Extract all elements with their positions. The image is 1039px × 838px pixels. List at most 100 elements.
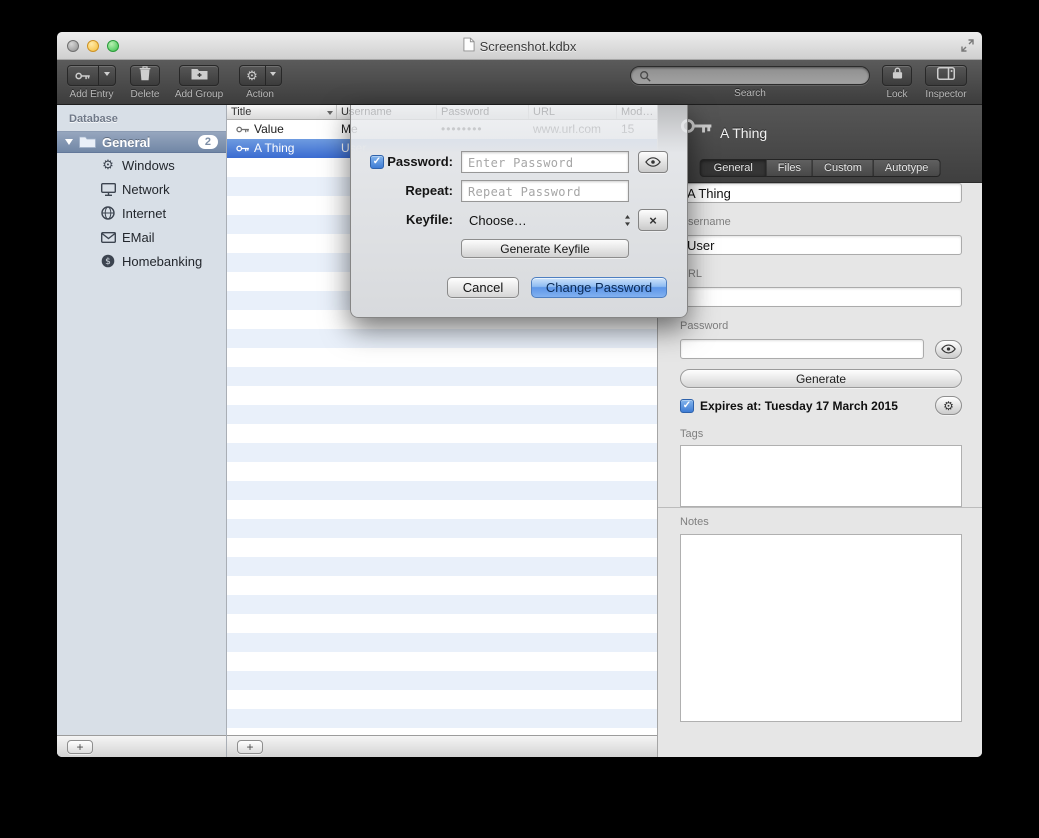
toolbar: Add Entry Delete Add Group bbox=[57, 60, 982, 105]
key-icon bbox=[236, 125, 250, 134]
tags-field[interactable] bbox=[680, 445, 962, 507]
sidebar-header: Database bbox=[69, 113, 226, 127]
notes-label: Notes bbox=[680, 516, 962, 529]
eye-icon bbox=[941, 344, 956, 354]
inspector-header: A Thing General Files Custom Autotype bbox=[658, 105, 982, 183]
inspector-body: Username URL Password Generate bbox=[658, 183, 982, 722]
sort-indicator-icon bbox=[327, 111, 333, 118]
dialog-keyfile-row: Keyfile: Choose… × bbox=[351, 209, 687, 231]
chevron-down-icon[interactable] bbox=[99, 72, 115, 79]
key-icon bbox=[68, 71, 98, 81]
document-icon bbox=[463, 37, 475, 55]
change-password-button[interactable]: Change Password bbox=[531, 277, 667, 298]
titlebar[interactable]: Screenshot.kdbx bbox=[57, 32, 982, 60]
sidebar-item-label: Internet bbox=[122, 206, 166, 221]
banking-icon: $ bbox=[100, 254, 116, 268]
search-field[interactable] bbox=[630, 66, 870, 85]
key-icon bbox=[236, 144, 250, 153]
globe-icon bbox=[100, 206, 116, 220]
inspector-tabs: General Files Custom Autotype bbox=[700, 159, 941, 177]
folder-icon bbox=[79, 136, 96, 148]
gear-icon: ⚙ bbox=[943, 399, 954, 413]
expires-row: ✓ Expires at: Tuesday 17 March 2015 ⚙ bbox=[680, 396, 962, 415]
keyfile-popup[interactable]: Choose… bbox=[461, 209, 633, 231]
sidebar-item-internet[interactable]: Internet bbox=[57, 201, 226, 225]
search-icon bbox=[639, 70, 651, 82]
delete-button[interactable] bbox=[130, 65, 160, 86]
sidebar-item-label: Homebanking bbox=[122, 254, 202, 269]
search-item: Search bbox=[630, 60, 870, 99]
generate-button[interactable]: Generate bbox=[680, 369, 962, 388]
add-entry-plus-button[interactable]: + bbox=[237, 740, 263, 754]
change-password-dialog: ✓ Password: Repeat: Keyfile: Choose… bbox=[350, 105, 688, 318]
chevron-down-icon[interactable] bbox=[266, 72, 281, 79]
url-field[interactable] bbox=[680, 287, 962, 307]
dialog-password-input[interactable] bbox=[461, 151, 629, 173]
add-entry-button[interactable] bbox=[67, 65, 116, 86]
sidebar-item-network[interactable]: Network bbox=[57, 177, 226, 201]
action-button[interactable]: ⚙ bbox=[239, 65, 282, 86]
sidebar-group-general[interactable]: General 2 bbox=[57, 131, 226, 153]
entry-title: A Thing bbox=[254, 139, 294, 158]
column-title-text: Title bbox=[231, 105, 251, 119]
tab-autotype[interactable]: Autotype bbox=[874, 159, 940, 177]
action-item: ⚙ Action bbox=[237, 60, 283, 100]
sidebar-item-windows[interactable]: ⚙ Windows bbox=[57, 153, 226, 177]
search-input[interactable] bbox=[656, 69, 861, 83]
username-field[interactable] bbox=[680, 235, 962, 255]
add-group-item: Add Group bbox=[170, 60, 228, 100]
trash-icon bbox=[139, 66, 151, 86]
cancel-button[interactable]: Cancel bbox=[447, 277, 519, 298]
tab-general[interactable]: General bbox=[700, 159, 767, 177]
close-icon: × bbox=[649, 213, 657, 228]
expires-label: Expires at: Tuesday 17 March 2015 bbox=[700, 399, 929, 413]
title-field[interactable] bbox=[680, 183, 962, 203]
sidebar-group-label: General bbox=[102, 135, 150, 150]
tab-custom[interactable]: Custom bbox=[813, 159, 874, 177]
sidebar-item-email[interactable]: EMail bbox=[57, 225, 226, 249]
add-group-button[interactable] bbox=[179, 65, 219, 86]
dialog-password-row: ✓ Password: bbox=[351, 151, 687, 173]
password-label: Password bbox=[680, 320, 962, 333]
delete-label: Delete bbox=[127, 89, 163, 100]
clear-keyfile-button[interactable]: × bbox=[638, 209, 668, 231]
inspector-button[interactable] bbox=[925, 65, 967, 86]
dialog-password-label: Password: bbox=[351, 151, 453, 173]
desktop-background: Screenshot.kdbx Add Entry bbox=[0, 0, 1039, 838]
generate-keyfile-button[interactable]: Generate Keyfile bbox=[461, 239, 629, 258]
folder-plus-icon bbox=[191, 67, 208, 85]
dialog-repeat-input[interactable] bbox=[461, 180, 629, 202]
add-group-plus-button[interactable]: + bbox=[67, 740, 93, 754]
tags-label: Tags bbox=[680, 428, 962, 441]
disclosure-triangle-icon[interactable] bbox=[65, 139, 73, 145]
url-label: URL bbox=[680, 268, 962, 281]
sidebar-item-label: EMail bbox=[122, 230, 155, 245]
notes-field[interactable] bbox=[680, 534, 962, 722]
sidebar-bottombar: + bbox=[57, 735, 226, 757]
expires-checkbox[interactable]: ✓ bbox=[680, 399, 694, 413]
column-header-title[interactable]: Title bbox=[227, 105, 337, 119]
tab-files[interactable]: Files bbox=[767, 159, 813, 177]
expiry-gear-button[interactable]: ⚙ bbox=[935, 396, 962, 415]
sidebar-item-homebanking[interactable]: $ Homebanking bbox=[57, 249, 226, 273]
sidebar-item-label: Windows bbox=[122, 158, 175, 173]
search-label: Search bbox=[630, 88, 870, 99]
dialog-repeat-row: Repeat: bbox=[351, 180, 687, 202]
lock-button[interactable] bbox=[882, 65, 912, 86]
mail-icon bbox=[100, 232, 116, 243]
password-field[interactable] bbox=[680, 339, 924, 359]
reveal-password-button[interactable] bbox=[935, 340, 962, 359]
app-window: Screenshot.kdbx Add Entry bbox=[57, 32, 982, 757]
dialog-repeat-label: Repeat: bbox=[351, 180, 453, 202]
inspector-item: Inspector bbox=[921, 60, 971, 100]
fullscreen-icon[interactable] bbox=[961, 39, 974, 57]
network-icon bbox=[100, 183, 116, 196]
window-title: Screenshot.kdbx bbox=[57, 32, 982, 60]
lock-icon bbox=[892, 66, 903, 85]
dialog-reveal-button[interactable] bbox=[638, 151, 668, 173]
username-label: Username bbox=[680, 216, 962, 229]
window-title-text: Screenshot.kdbx bbox=[480, 39, 577, 54]
inspector-panel: A Thing General Files Custom Autotype Us… bbox=[658, 105, 982, 757]
windows-icon: ⚙ bbox=[100, 158, 116, 172]
keyfile-popup-value: Choose… bbox=[469, 213, 527, 228]
